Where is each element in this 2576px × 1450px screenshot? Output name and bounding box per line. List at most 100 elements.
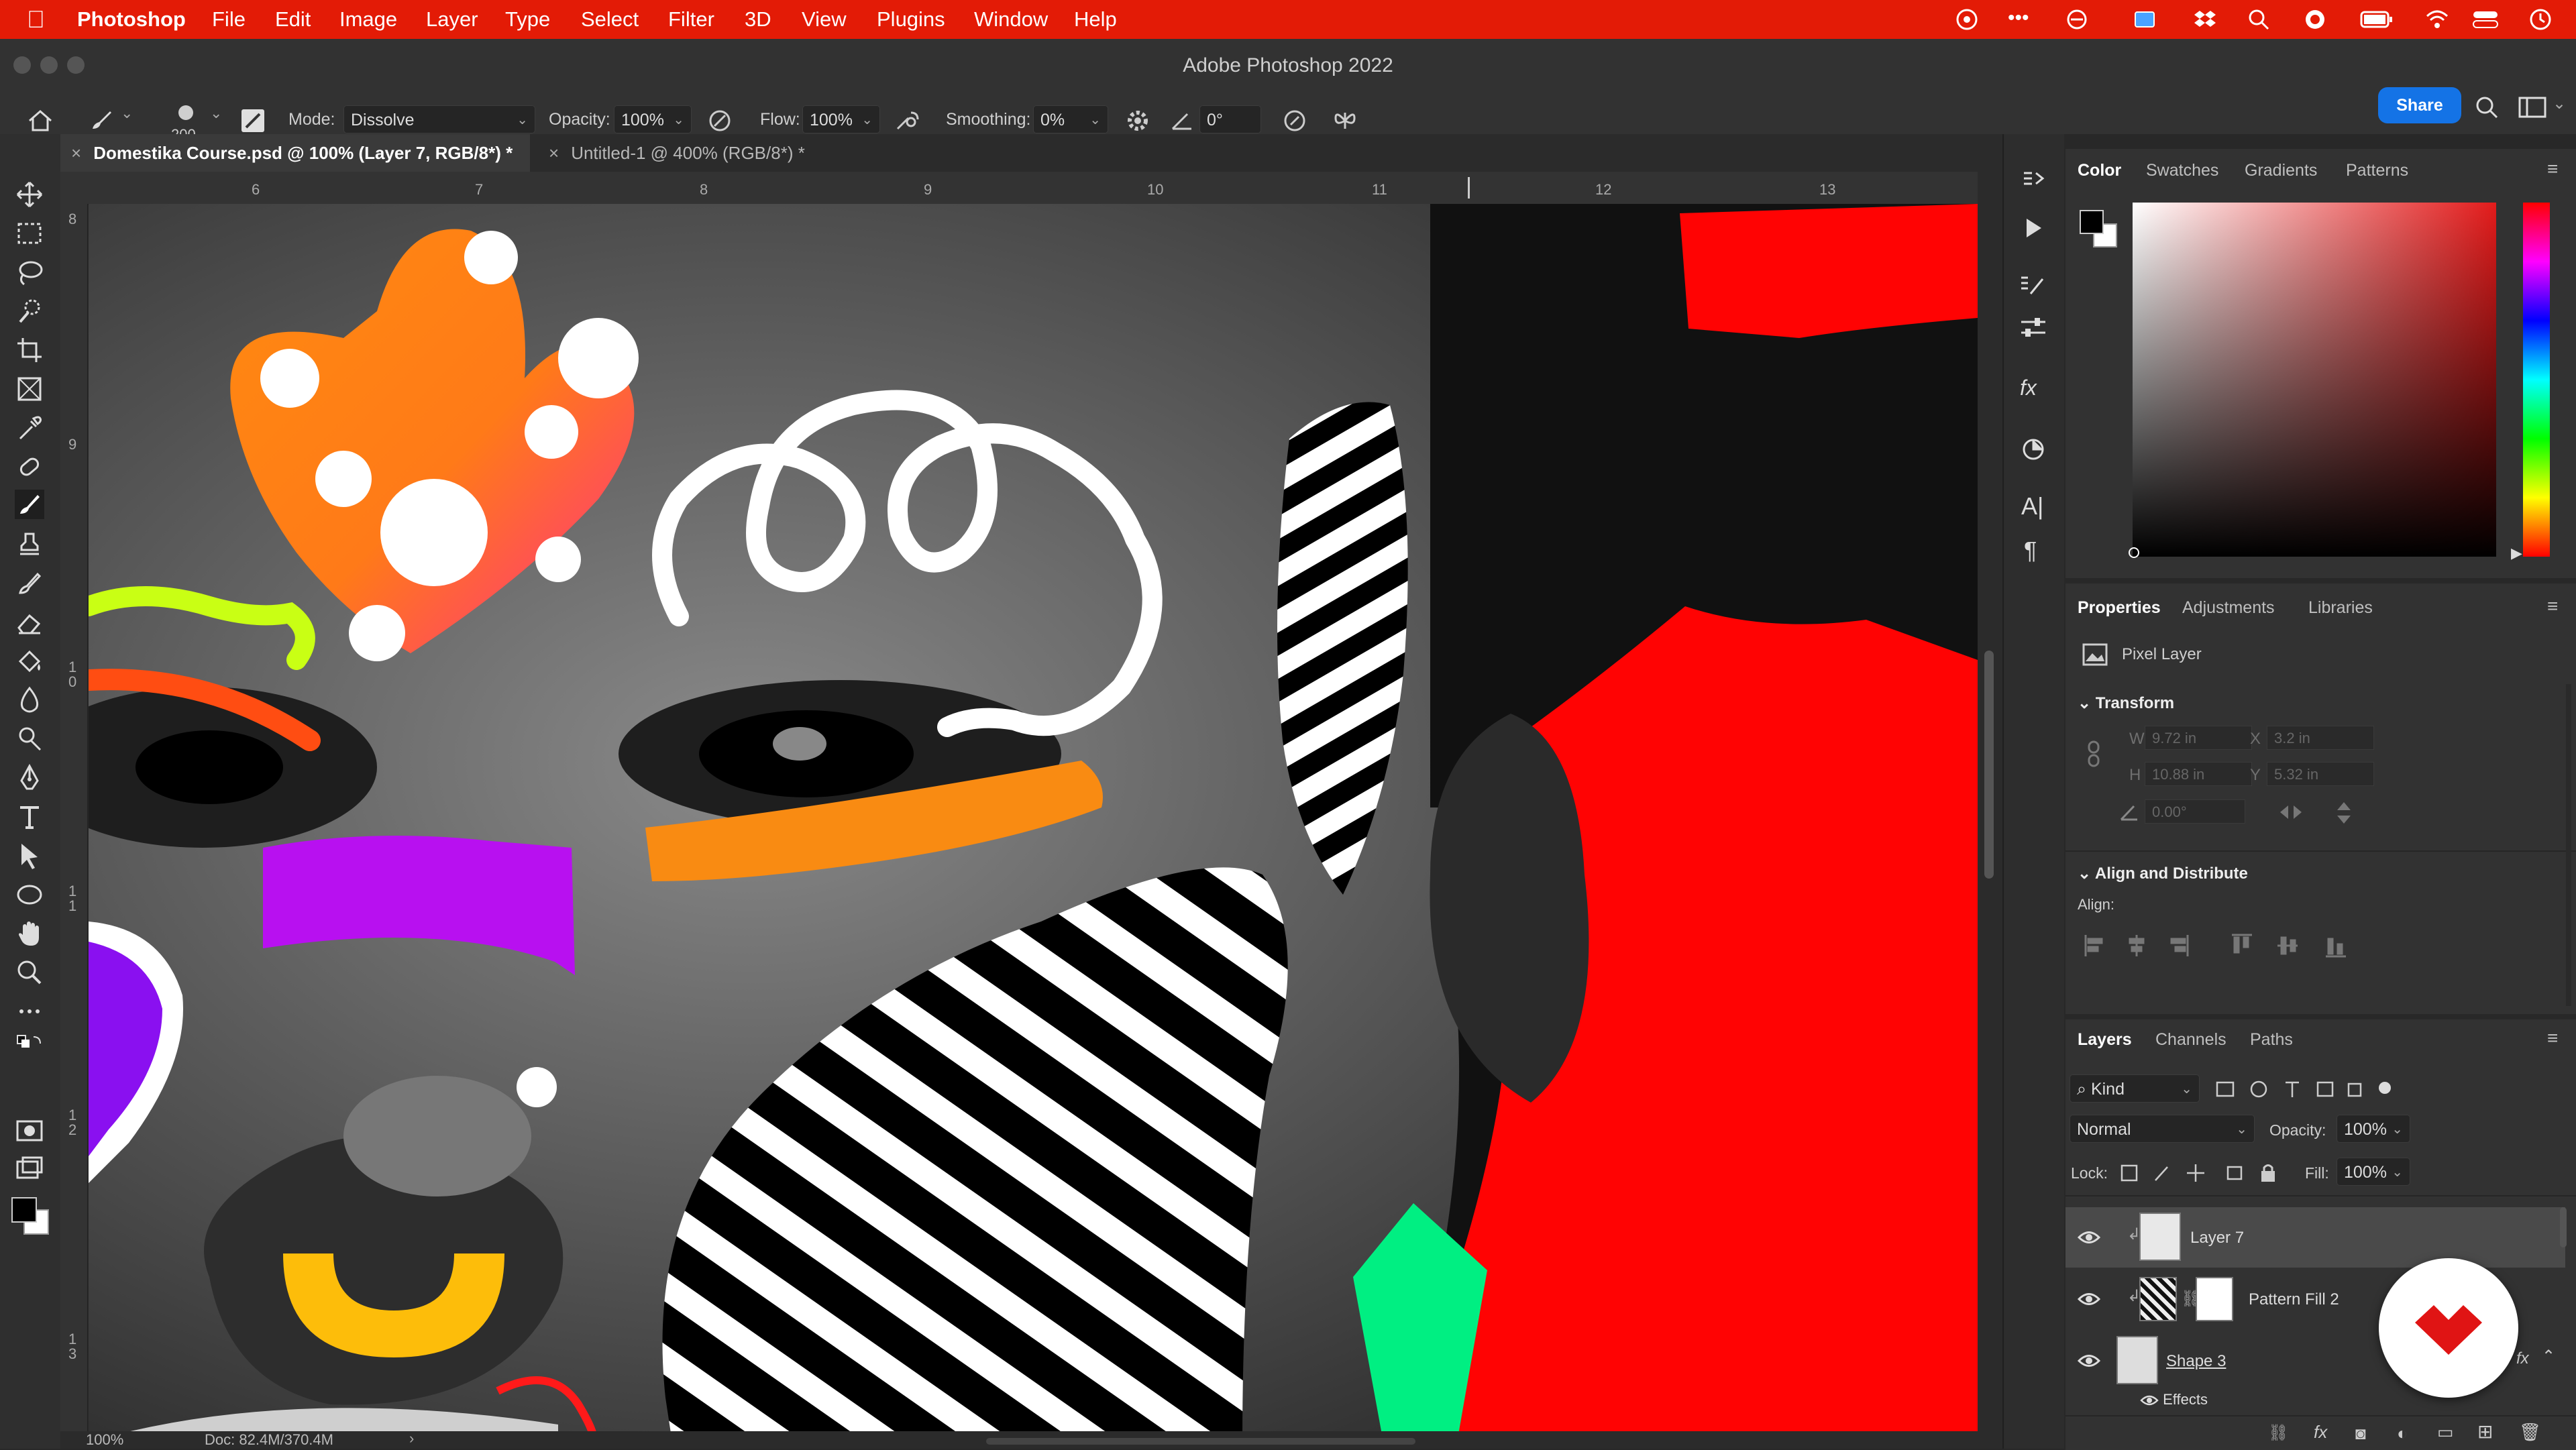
zoom-tool-icon[interactable] [15, 958, 44, 987]
menu-layer[interactable]: Layer [426, 7, 478, 32]
quick-selection-tool-icon[interactable] [15, 296, 44, 326]
fill-input[interactable]: 100% ⌄ [2337, 1158, 2410, 1186]
ellipse-tool-icon[interactable] [15, 880, 44, 909]
zoom-level[interactable]: 100% [86, 1431, 123, 1449]
smoothing-options-gear-icon[interactable] [1124, 107, 1151, 134]
layer-blend-mode-select[interactable]: Normal ⌄ [2070, 1115, 2255, 1143]
tab-properties[interactable]: Properties [2078, 598, 2161, 618]
layer-filter-icons[interactable] [2216, 1080, 2417, 1100]
paragraph-panel-icon[interactable]: ¶ [2024, 537, 2037, 565]
control-center-icon[interactable] [2472, 8, 2499, 31]
opacity-input[interactable]: 100% ⌄ [614, 105, 692, 133]
layer-opacity-input[interactable]: 100% ⌄ [2337, 1115, 2410, 1143]
tab-paths[interactable]: Paths [2250, 1030, 2293, 1050]
search-icon[interactable] [2473, 94, 2500, 121]
menu-view[interactable]: View [802, 7, 847, 32]
menu-type[interactable]: Type [505, 7, 550, 32]
healing-brush-tool-icon[interactable] [15, 452, 44, 482]
link-dimensions-icon[interactable] [2086, 739, 2102, 769]
brush-picker-chevron-icon[interactable]: ⌄ [210, 105, 222, 122]
workspace-chevron-icon[interactable]: ⌄ [2553, 94, 2566, 113]
effects-row[interactable]: Effects [2140, 1391, 2208, 1408]
menu-select[interactable]: Select [581, 7, 639, 32]
record-icon[interactable] [2304, 8, 2326, 31]
type-tool-icon[interactable] [15, 802, 44, 832]
character-panel-icon[interactable]: A| [2021, 492, 2043, 520]
pressure-opacity-icon[interactable] [706, 107, 733, 134]
apple-icon[interactable]:  [27, 5, 45, 34]
menu-edit[interactable]: Edit [275, 7, 311, 32]
frame-tool-icon[interactable] [15, 374, 44, 404]
canvas-scrollbar-thumb[interactable] [1984, 651, 1994, 879]
path-selection-tool-icon[interactable] [15, 841, 44, 871]
document-canvas[interactable] [89, 204, 1978, 1442]
status-menu-chevron-icon[interactable]: › [409, 1430, 414, 1447]
brush-settings-icon[interactable] [239, 107, 266, 134]
creative-cloud-icon[interactable] [1955, 8, 1978, 31]
marquee-tool-icon[interactable] [15, 219, 44, 248]
tab-adjustments[interactable]: Adjustments [2182, 598, 2275, 618]
visibility-eye-icon[interactable] [2078, 1289, 2100, 1309]
tab-color[interactable]: Color [2078, 161, 2121, 180]
tab-gradients[interactable]: Gradients [2245, 161, 2317, 180]
styles-fx-icon[interactable]: fx [2020, 376, 2037, 400]
layer-name[interactable]: Pattern Fill 2 [2249, 1290, 2339, 1309]
visibility-eye-icon[interactable] [2078, 1227, 2100, 1247]
actions-play-icon[interactable] [2019, 215, 2048, 241]
link-layers-icon[interactable]: ⛓ [2268, 1423, 2288, 1443]
default-colors-icon[interactable] [15, 1033, 44, 1062]
preview-icon[interactable] [2133, 8, 2156, 31]
brush-tool-icon[interactable] [15, 490, 44, 519]
saturation-brightness-field[interactable] [2133, 203, 2496, 557]
lasso-tool-icon[interactable] [15, 258, 44, 287]
wifi-icon[interactable] [2425, 8, 2449, 31]
smoothing-input[interactable]: 0% ⌄ [1033, 105, 1108, 133]
shapes-panel-icon[interactable] [2019, 436, 2048, 463]
close-tab-icon[interactable]: × [549, 143, 559, 163]
spotlight-search-icon[interactable] [2247, 8, 2270, 31]
close-tab-icon[interactable]: × [71, 143, 81, 163]
collapse-effects-icon[interactable]: ⌃ [2542, 1347, 2555, 1366]
brush-tool-preset-icon[interactable] [87, 106, 115, 134]
home-icon[interactable] [27, 107, 54, 134]
history-brush-tool-icon[interactable] [15, 569, 44, 598]
share-button[interactable]: Share [2378, 87, 2461, 123]
document-size-info[interactable]: Doc: 82.4M/370.4M [205, 1431, 333, 1449]
align-section-toggle[interactable]: ⌄ Align and Distribute [2078, 864, 2248, 883]
add-mask-icon[interactable]: ◙ [2355, 1423, 2366, 1444]
menu-file[interactable]: File [212, 7, 246, 32]
menu-app-name[interactable]: Photoshop [77, 7, 186, 32]
foreground-background-color-swatch[interactable] [9, 1195, 52, 1238]
visibility-eye-icon[interactable] [2078, 1351, 2100, 1371]
panel-fg-bg-swatch[interactable] [2078, 208, 2121, 251]
sync-icon[interactable] [2065, 8, 2089, 31]
hue-slider-handle[interactable]: ▶ [2511, 545, 2522, 562]
quick-mask-icon[interactable] [15, 1116, 44, 1146]
layer-name[interactable]: Shape 3 [2166, 1352, 2226, 1371]
menu-plugins[interactable]: Plugins [877, 7, 945, 32]
tab-untitled-1[interactable]: × Untitled-1 @ 400% (RGB/8*) * [538, 134, 853, 172]
tab-channels[interactable]: Channels [2155, 1030, 2226, 1050]
angle-input[interactable]: 0.00° [2145, 799, 2245, 824]
paint-bucket-tool-icon[interactable] [15, 647, 44, 676]
symmetry-butterfly-icon[interactable] [1332, 107, 1358, 134]
tab-patterns[interactable]: Patterns [2346, 161, 2408, 180]
panel-menu-icon[interactable]: ≡ [2547, 596, 2558, 617]
battery-icon[interactable] [2360, 9, 2394, 30]
color-picker-handle[interactable] [2129, 547, 2139, 558]
workspace-layout-icon[interactable] [2518, 94, 2547, 121]
new-layer-icon[interactable]: ⊞ [2477, 1420, 2493, 1443]
blend-mode-select[interactable]: Dissolve ⌄ [343, 105, 535, 133]
eyedropper-tool-icon[interactable] [15, 413, 44, 443]
layer-mask-thumbnail[interactable] [2196, 1277, 2233, 1321]
flip-horizontal-icon[interactable] [2277, 802, 2304, 822]
add-layer-style-icon[interactable]: fx [2314, 1422, 2327, 1443]
clone-stamp-tool-icon[interactable] [15, 530, 44, 559]
y-input[interactable]: 5.32 in [2267, 762, 2374, 786]
x-input[interactable]: 3.2 in [2267, 726, 2374, 750]
hue-slider[interactable] [2523, 203, 2550, 557]
eraser-tool-icon[interactable] [15, 608, 44, 637]
tab-libraries[interactable]: Libraries [2308, 598, 2373, 618]
width-input[interactable]: 9.72 in [2145, 726, 2252, 750]
menu-window[interactable]: Window [974, 7, 1048, 32]
